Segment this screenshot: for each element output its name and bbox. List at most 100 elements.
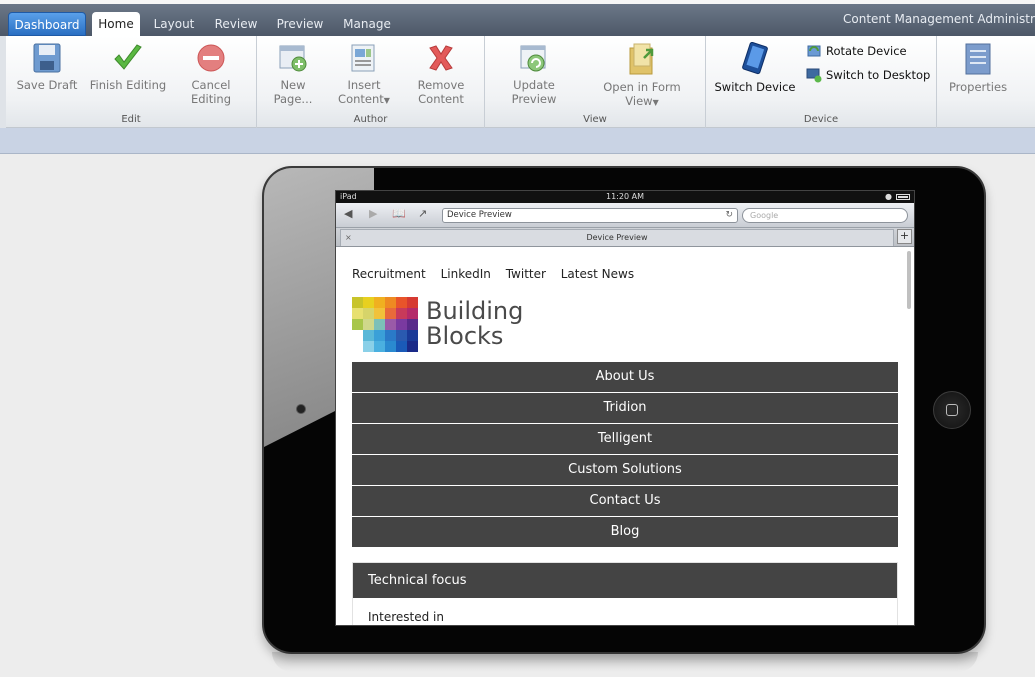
site-logo[interactable]: Building Blocks (352, 297, 542, 353)
cancel-editing-button[interactable]: Cancel Editing (178, 42, 244, 106)
ribbon-grip (0, 36, 6, 128)
browser-toolbar: ◀ ▶ 📖 ↗ Device Preview ↻ Google (336, 203, 914, 228)
ribbon-group-properties: Properties (937, 36, 1035, 128)
open-in-form-view-button[interactable]: Open in Form View▼ (595, 42, 689, 110)
logo-blocks-icon (352, 297, 418, 352)
tab-layout[interactable]: Layout (148, 12, 200, 36)
switch-device-label: Switch Device (714, 80, 796, 94)
search-placeholder: Google (750, 211, 779, 220)
logo-wordmark: Building Blocks (426, 299, 523, 349)
rotate-device-label: Rotate Device (826, 44, 907, 58)
nav-item-tridion[interactable]: Tridion (352, 393, 898, 423)
open-form-view-label-2: View (625, 94, 653, 108)
device-reflection (272, 652, 978, 672)
top-link-recruitment[interactable]: Recruitment (352, 267, 426, 281)
cancel-circle-icon (197, 44, 225, 72)
update-preview-label-1: Update (513, 78, 555, 92)
folder-open-icon (629, 43, 654, 75)
tablet-device-icon (742, 42, 768, 75)
ios-status-bar: iPad 11:20 AM ● (336, 191, 914, 203)
switch-device-button[interactable]: Switch Device (712, 42, 798, 94)
switch-to-desktop-button[interactable]: Switch to Desktop (806, 67, 930, 83)
nav-item-about-us[interactable]: About Us (352, 362, 898, 392)
chevron-down-icon: ▼ (652, 98, 659, 107)
ribbon-group-edit: Save Draft Finish Editing Cancel Editing… (6, 36, 257, 128)
close-tab-icon[interactable]: × (345, 230, 352, 246)
ribbon: Save Draft Finish Editing Cancel Editing… (0, 36, 1035, 128)
tab-review[interactable]: Review (208, 12, 264, 36)
technical-focus-panel: Technical focus Interested in (352, 562, 898, 625)
tab-manage[interactable]: Manage (338, 12, 396, 36)
logo-line-2: Blocks (426, 322, 504, 350)
rotate-device-button[interactable]: Rotate Device (806, 43, 907, 59)
checkmark-icon (114, 44, 142, 70)
browser-tab-title: Device Preview (586, 233, 648, 242)
insert-content-label-1: Insert (347, 78, 381, 92)
panel-text: Interested in (368, 610, 444, 624)
app-title: Content Management Administrati (843, 12, 1035, 26)
browser-tab[interactable]: × Device Preview (340, 229, 894, 246)
nav-item-contact-us[interactable]: Contact Us (352, 486, 898, 516)
ribbon-group-device: Switch Device Rotate Device Switch to De… (706, 36, 937, 128)
remove-content-label-1: Remove (417, 78, 465, 92)
update-preview-label-2: Preview (511, 92, 557, 106)
reload-icon[interactable]: ↻ (725, 209, 733, 222)
properties-label: Properties (948, 80, 1008, 94)
nav-item-blog[interactable]: Blog (352, 517, 898, 547)
top-link-latest-news[interactable]: Latest News (561, 267, 634, 281)
cancel-editing-label-2: Editing (190, 92, 232, 106)
panel-title: Technical focus (353, 563, 897, 598)
rotation-lock-icon: ● (885, 192, 892, 201)
top-links: Recruitment LinkedIn Twitter Latest News (352, 267, 645, 281)
bookmarks-icon[interactable]: 📖 (392, 207, 406, 220)
back-arrow-icon[interactable]: ◀ (344, 207, 352, 220)
floppy-disk-icon (33, 43, 61, 73)
save-draft-button[interactable]: Save Draft (12, 42, 82, 92)
remove-x-icon (429, 45, 453, 71)
remove-content-button[interactable]: Remove Content (407, 42, 475, 106)
scrollbar[interactable] (907, 251, 911, 309)
new-page-button[interactable]: New Page... (265, 42, 321, 106)
finish-editing-button[interactable]: Finish Editing (88, 42, 168, 92)
nav-item-telligent[interactable]: Telligent (352, 424, 898, 454)
properties-icon (965, 43, 991, 75)
insert-content-label-2: Content (338, 92, 384, 106)
refresh-preview-icon (520, 45, 546, 72)
chevron-down-icon: ▼ (383, 96, 390, 105)
nav-item-custom-solutions[interactable]: Custom Solutions (352, 455, 898, 485)
new-page-icon (279, 45, 307, 72)
open-form-view-label-1: Open in Form (603, 80, 681, 94)
ribbon-group-author: New Page... Insert Content▼ Remove Conte… (257, 36, 485, 128)
search-field[interactable]: Google (742, 208, 908, 223)
camera-icon (296, 404, 306, 414)
top-link-linkedin[interactable]: LinkedIn (441, 267, 491, 281)
forward-arrow-icon[interactable]: ▶ (369, 207, 377, 220)
logo-line-1: Building (426, 297, 524, 325)
group-label-edit: Edit (121, 114, 141, 125)
group-label-author: Author (353, 114, 388, 125)
tab-dashboard[interactable]: Dashboard (8, 12, 86, 36)
tab-preview[interactable]: Preview (272, 12, 328, 36)
new-page-label-2: Page... (273, 92, 313, 106)
site-nav: About Us Tridion Telligent Custom Soluti… (352, 362, 898, 548)
properties-button[interactable]: Properties (943, 42, 1013, 94)
new-tab-icon[interactable]: + (897, 229, 912, 244)
share-icon[interactable]: ↗ (418, 207, 427, 220)
status-time: 11:20 AM (606, 192, 644, 201)
insert-content-button[interactable]: Insert Content▼ (331, 42, 397, 108)
remove-content-label-2: Content (418, 92, 464, 106)
top-tab-bar: Dashboard Home Layout Review Preview Man… (0, 0, 1035, 37)
group-label-device: Device (803, 114, 839, 125)
device-screen: iPad 11:20 AM ● ◀ ▶ 📖 ↗ Device Preview ↻… (335, 190, 915, 626)
home-button-icon[interactable] (933, 391, 971, 429)
new-page-label-1: New (280, 78, 306, 92)
top-link-twitter[interactable]: Twitter (506, 267, 546, 281)
cancel-editing-label-1: Cancel (191, 78, 231, 92)
update-preview-button[interactable]: Update Preview (499, 42, 569, 106)
tab-home[interactable]: Home (92, 12, 140, 37)
sub-toolbar (0, 128, 1035, 154)
battery-icon (896, 194, 910, 200)
url-field[interactable]: Device Preview ↻ (442, 208, 738, 223)
finish-editing-label: Finish Editing (89, 78, 167, 92)
rotate-icon (807, 45, 821, 57)
